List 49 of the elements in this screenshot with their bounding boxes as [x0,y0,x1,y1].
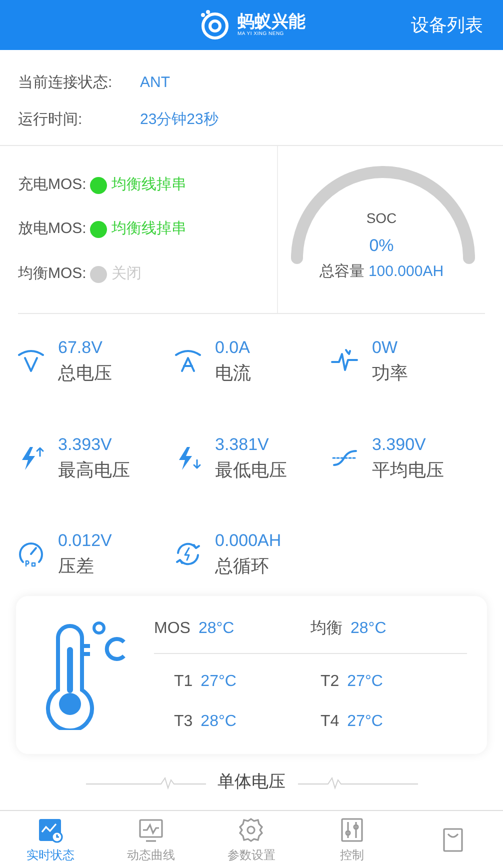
sensor-label: T3 [174,712,193,732]
metric-label: 最低电压 [215,458,287,482]
sensor-value: 27°C [347,672,383,692]
metric-label: 电流 [215,362,251,385]
metric-value: 0.000AH [215,530,282,552]
soc-title: SOC [366,209,397,228]
temperature-value: 28°C [350,618,386,638]
metric-value: 3.390V [372,434,427,456]
sensor-value: 28°C [200,712,236,732]
mos-label: 均衡MOS: [18,264,86,284]
tab[interactable]: 参数设置 [201,811,302,868]
tab[interactable]: 控制 [302,811,402,868]
metric-label: 最高电压 [58,458,130,482]
metric-value: 0.012V [58,530,112,552]
sensor-value: 27°C [200,672,236,692]
tab[interactable]: 动态曲线 [100,811,202,868]
device-list-button[interactable]: 设备列表 [411,12,487,38]
mos-status: 均衡线掉串 [111,219,186,240]
mos-label: 充电MOS: [18,174,86,195]
metric-label: 功率 [372,362,408,385]
settings-icon [237,816,266,844]
metric-label: 总电压 [58,362,112,385]
metric-value: 3.393V [58,434,113,456]
sensor-label: T1 [174,672,193,692]
soc-value: 0% [369,235,394,257]
metric-value: 0W [372,337,398,359]
mos-status: 均衡线掉串 [111,174,186,195]
sensor-label: T2 [320,672,340,692]
logo-text: 蚂蚁兴能 [238,13,306,30]
temperature-value: 28°C [198,618,234,638]
metric-value: 0.0A [215,337,251,359]
temperature-label: MOS [154,618,190,638]
info-value: ANT [140,73,170,93]
tab[interactable]: 实时状态 [0,811,101,868]
metric-label: 压差 [58,555,95,578]
metric-label: 总循环 [215,555,270,578]
mos-label: 放电MOS: [18,219,86,240]
capacity-value: 100.000AH [368,262,444,282]
info-value: 23分钟23秒 [140,110,218,130]
info-label: 运行时间: [18,110,84,130]
sensor-value: 27°C [347,712,383,732]
metric-value: 3.381V [215,434,270,456]
sensor-label: T4 [320,712,340,732]
temperature-label: 均衡 [310,618,342,638]
section-title: 单体电压 [218,771,286,794]
metric-value: 67.8V [58,337,104,359]
capacity-label: 总容量 [319,262,364,282]
metric-label: 平均电压 [372,458,444,482]
info-label: 当前连接状态: [18,73,114,93]
